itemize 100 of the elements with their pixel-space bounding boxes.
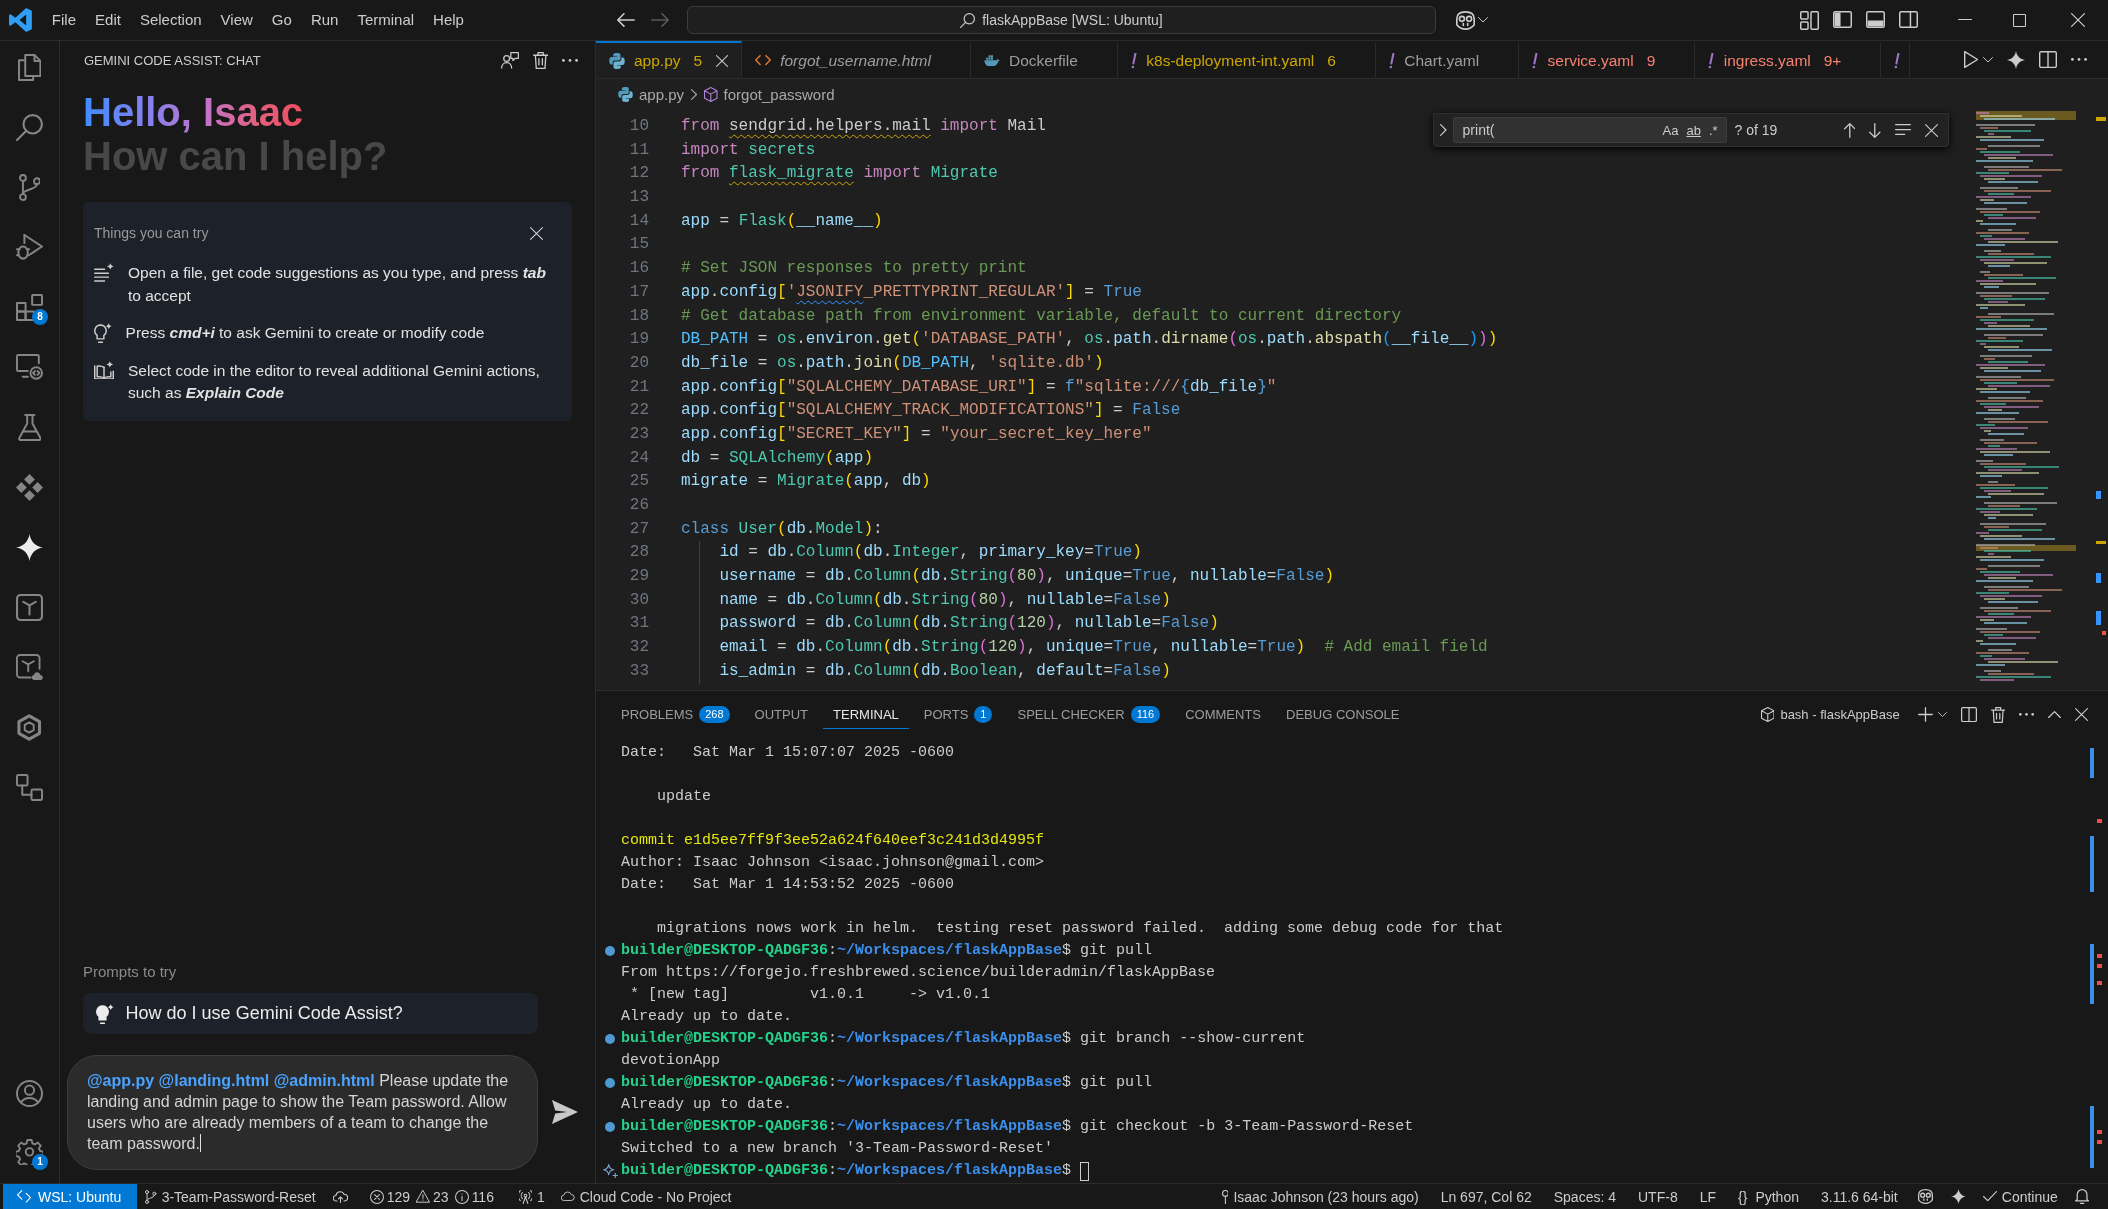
chat-input[interactable]: @app.py @landing.html @admin.html Please update the landing and admin page to show the Team password. Allow users who are already members of a team to change the team password. (67, 1055, 538, 1170)
menu-item[interactable]: File (42, 9, 86, 31)
person-chat-icon[interactable] (500, 52, 519, 69)
plus-icon[interactable] (1917, 707, 1933, 722)
editor-tab[interactable]: service.yaml 9 (1519, 41, 1696, 78)
settings-icon[interactable] (16, 1138, 43, 1166)
menu-item[interactable]: Edit (85, 9, 131, 31)
maximize-icon[interactable] (2013, 13, 2026, 27)
terminal-selector[interactable]: bash - flaskAppBase (1760, 707, 1900, 722)
blame-status[interactable]: Isaac Johnson (23 hours ago) (1210, 1184, 1430, 1209)
breadcrumb-item[interactable]: app.py (618, 85, 685, 103)
minimize-icon[interactable] (1957, 19, 1972, 21)
back-arrow-icon[interactable] (617, 13, 635, 27)
branch-icon[interactable] (18, 173, 41, 201)
diamonds-icon[interactable] (16, 473, 43, 501)
language-status[interactable]: {} Python (1727, 1184, 1810, 1209)
close-icon[interactable] (530, 226, 543, 240)
sidebar-left-icon[interactable] (1833, 11, 1852, 29)
close-icon[interactable] (1925, 123, 1938, 137)
person-circle-icon[interactable] (16, 1079, 43, 1107)
sparkle-icon[interactable] (2007, 50, 2025, 69)
sparkle-icon[interactable] (1950, 1189, 1966, 1204)
more-icon[interactable] (2071, 58, 2087, 61)
status-item[interactable]: 3.11.6 64-bit (1809, 1184, 1909, 1209)
close-icon[interactable] (2075, 708, 2088, 721)
sidebar-right-icon[interactable] (1899, 11, 1918, 29)
hexagon-ring-icon[interactable] (17, 713, 42, 741)
panel-tab[interactable]: SPELL CHECKER 116 (1007, 700, 1171, 729)
warning-count[interactable]: 23 (413, 1184, 452, 1209)
linked-squares-icon[interactable] (16, 773, 43, 801)
split-editor-icon[interactable] (2039, 50, 2057, 69)
play-icon[interactable] (1963, 51, 1978, 68)
menu-item[interactable]: View (211, 9, 263, 31)
editor-tab[interactable]: forgot_username.html (742, 41, 971, 78)
y-tile-cloud-icon[interactable] (16, 653, 43, 681)
status-item[interactable]: LF (1688, 1184, 1727, 1209)
info-count[interactable]: 116 (451, 1184, 497, 1209)
status-item[interactable]: UTF-8 (1627, 1184, 1689, 1209)
flask-icon[interactable] (17, 413, 42, 441)
editor-tab[interactable]: app.py 5 (596, 41, 743, 78)
blocks-icon[interactable] (16, 293, 43, 321)
sparkle-icon[interactable] (16, 533, 43, 561)
more-icon[interactable] (2019, 713, 2034, 716)
arrow-down-icon[interactable] (1869, 122, 1881, 138)
monitor-icon[interactable] (16, 354, 43, 380)
error-count[interactable]: 129 (366, 1184, 414, 1209)
layout-grid-icon[interactable] (1800, 10, 1819, 30)
editor-tab[interactable]: Chart.yaml (1375, 41, 1520, 78)
find-input[interactable]: print( Aa ab .* (1452, 117, 1727, 143)
panel-tab[interactable]: DEBUG CONSOLE (1276, 700, 1410, 729)
y-tile-icon[interactable] (16, 593, 43, 621)
status-item[interactable]: Ln 697, Col 62 (1429, 1184, 1543, 1209)
match-case-toggle[interactable]: Aa (1658, 122, 1683, 138)
python-icon (618, 86, 633, 102)
panel-bottom-icon[interactable] (1866, 11, 1885, 29)
panel-tab[interactable]: PORTS 1 (913, 700, 1003, 729)
branch-status[interactable]: 3-Team-Password-Reset (137, 1184, 324, 1209)
chevron-down-icon[interactable] (1937, 712, 1947, 717)
breadcrumb-item[interactable]: forgot_password (704, 85, 835, 103)
robot-face-icon[interactable] (1456, 10, 1475, 30)
editor-tab[interactable]: ingress.yaml 9+ (1695, 41, 1882, 78)
split-icon[interactable] (1960, 706, 1977, 723)
menu-item[interactable]: Help (423, 9, 474, 31)
chevron-down-icon[interactable] (1478, 17, 1488, 23)
menu-item[interactable]: Terminal (347, 9, 424, 31)
chevron-right-icon[interactable] (1440, 124, 1447, 136)
lines-icon[interactable] (1895, 124, 1911, 136)
close-icon[interactable] (2070, 13, 2085, 27)
play-bug-icon[interactable] (16, 234, 43, 260)
bell-icon[interactable] (2074, 1189, 2089, 1204)
cloud-upload-icon[interactable] (332, 1189, 348, 1204)
menu-item[interactable]: Go (262, 9, 302, 31)
command-center-search[interactable]: flaskAppBase [WSL: Ubuntu] (687, 6, 1436, 34)
continue-status[interactable]: Continue (1974, 1184, 2066, 1209)
panel-tab[interactable]: PROBLEMS 268 (611, 700, 740, 729)
panel-tab[interactable]: COMMENTS (1175, 700, 1272, 729)
files-icon[interactable] (17, 53, 42, 81)
cloud-code-status[interactable]: Cloud Code - No Project (552, 1184, 740, 1209)
status-item[interactable]: Spaces: 4 (1542, 1184, 1627, 1209)
menu-item[interactable]: Run (301, 9, 348, 31)
editor-tab[interactable]: k8s-deployment-int.yaml 6 (1117, 41, 1376, 78)
whole-word-toggle[interactable]: ab (1682, 122, 1705, 138)
trash-icon[interactable] (1990, 706, 2005, 723)
panel-tab[interactable]: TERMINAL (823, 700, 909, 729)
arrow-up-icon[interactable] (1843, 122, 1856, 138)
ports-status[interactable]: 1 (510, 1184, 553, 1209)
panel-tab[interactable]: OUTPUT (744, 700, 819, 729)
search-icon[interactable] (16, 113, 43, 141)
remote-indicator[interactable]: WSL: Ubuntu (3, 1184, 138, 1209)
regex-toggle[interactable]: .* (1704, 122, 1722, 138)
chevron-down-icon[interactable] (1983, 56, 1993, 63)
prompt-suggestion[interactable]: How do I use Gemini Code Assist? (83, 993, 538, 1034)
more-icon[interactable] (562, 59, 578, 62)
chevron-up-icon[interactable] (2048, 710, 2061, 719)
close-icon[interactable] (716, 54, 729, 67)
trash-icon[interactable] (532, 52, 548, 69)
menu-item[interactable]: Selection (130, 9, 212, 31)
editor-tab[interactable]: Dockerfile (970, 41, 1118, 78)
send-icon[interactable] (552, 1100, 578, 1125)
robot-face-icon[interactable] (1917, 1189, 1933, 1204)
